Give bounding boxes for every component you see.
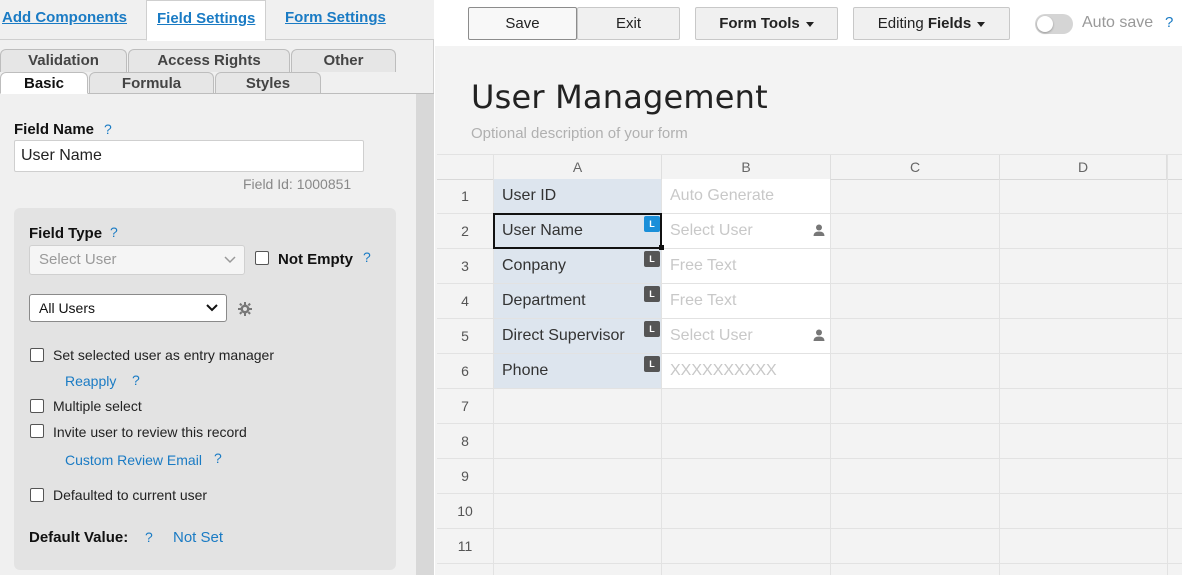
chevron-down-icon — [224, 256, 236, 264]
row-header[interactable]: 2 — [437, 214, 493, 249]
subtab-access-rights[interactable]: Access Rights — [128, 49, 290, 72]
form-description[interactable]: Optional description of your form — [471, 125, 688, 142]
user-icon — [813, 224, 825, 236]
exit-button[interactable]: Exit — [577, 7, 680, 40]
selected-cell-outline — [493, 213, 662, 249]
default-current-user-label: Defaulted to current user — [53, 487, 208, 503]
field-type-label: Field Type — [29, 225, 103, 242]
entry-manager-label: Set selected user as entry manager — [53, 347, 275, 363]
column-header-a[interactable]: A — [494, 155, 662, 180]
add-components-tab[interactable]: Add Components — [2, 0, 127, 40]
default-value-link[interactable]: Not Set — [173, 529, 223, 546]
subtab-basic[interactable]: Basic — [0, 72, 88, 94]
field-input-cell[interactable]: Free Text — [662, 284, 830, 318]
row-header[interactable]: 1 — [437, 179, 493, 214]
row-header[interactable]: 7 — [437, 389, 493, 424]
row-header[interactable]: 6 — [437, 354, 493, 389]
subtab-formula[interactable]: Formula — [89, 72, 214, 94]
field-name-help-icon[interactable]: ? — [104, 121, 112, 137]
auto-save-toggle-knob — [1037, 16, 1053, 32]
selection-resize-handle[interactable] — [659, 245, 664, 250]
field-settings-tab[interactable]: Field Settings — [146, 0, 267, 41]
default-value-help-icon[interactable]: ? — [145, 529, 153, 545]
row-header[interactable]: 9 — [437, 459, 493, 494]
field-label-cell[interactable]: Direct Supervisor — [494, 319, 661, 353]
multiple-select-label: Multiple select — [53, 398, 142, 414]
field-label-cell[interactable]: Department — [494, 284, 661, 318]
field-name-input[interactable]: User Name — [14, 140, 364, 172]
form-settings-tab[interactable]: Form Settings — [285, 0, 386, 40]
field-input-cell[interactable]: XXXXXXXXXX — [662, 354, 830, 388]
field-input-cell[interactable]: Auto Generate — [662, 179, 830, 213]
field-input-cell[interactable]: Select User — [662, 319, 830, 353]
field-label-cell[interactable]: User ID — [494, 179, 661, 213]
form-tools-label: Form Tools — [719, 15, 800, 32]
label-badge-icon[interactable]: L — [644, 356, 660, 372]
label-badge-icon[interactable]: L — [644, 321, 660, 337]
form-title[interactable]: User Management — [471, 78, 768, 116]
invite-review-label: Invite user to review this record — [53, 424, 247, 440]
user-scope-value: All Users — [39, 300, 96, 316]
not-empty-checkbox[interactable] — [255, 251, 269, 265]
toolbar-help-icon[interactable]: ? — [1165, 14, 1173, 31]
gear-icon[interactable] — [237, 301, 253, 317]
settings-top-nav: Add Components Field Settings Form Setti… — [0, 0, 434, 41]
auto-save-label: Auto save — [1082, 14, 1154, 31]
editing-mode-value: Fields — [927, 15, 972, 32]
row-header[interactable]: 10 — [437, 494, 493, 529]
multiple-select-checkbox[interactable] — [30, 399, 44, 413]
row-header[interactable]: 4 — [437, 284, 493, 319]
column-header-b[interactable]: B — [662, 155, 831, 180]
field-label-cell[interactable]: Phone — [494, 354, 661, 388]
column-header-c[interactable]: C — [831, 155, 1000, 180]
row-header[interactable]: 5 — [437, 319, 493, 354]
row-header[interactable]: 8 — [437, 424, 493, 459]
chevron-down-icon — [206, 304, 218, 312]
custom-review-help-icon[interactable]: ? — [214, 450, 222, 466]
field-input-cell[interactable]: Free Text — [662, 249, 830, 283]
field-label-cell[interactable]: Conpany — [494, 249, 661, 283]
custom-review-email-link[interactable]: Custom Review Email — [65, 452, 202, 468]
label-badge-icon[interactable]: L — [644, 286, 660, 302]
column-header-d[interactable]: D — [1000, 155, 1167, 180]
save-button[interactable]: Save — [468, 7, 577, 40]
reapply-link[interactable]: Reapply — [65, 373, 116, 389]
field-name-label: Field Name — [14, 121, 95, 138]
subtab-validation[interactable]: Validation — [0, 49, 127, 72]
editing-prefix: Editing — [877, 15, 928, 32]
invite-review-checkbox[interactable] — [30, 424, 44, 438]
field-id-text: Field Id: 1000851 — [243, 176, 352, 192]
label-badge-icon[interactable]: L — [644, 251, 660, 267]
caret-down-icon — [805, 21, 814, 27]
reapply-help-icon[interactable]: ? — [132, 372, 140, 388]
default-value-label: Default Value: — [29, 529, 129, 546]
field-type-select[interactable]: Select User — [29, 245, 245, 275]
field-input-cell[interactable]: Select User — [662, 214, 830, 248]
editing-mode-button[interactable]: Editing Fields — [853, 7, 1010, 40]
subtab-other[interactable]: Other — [291, 49, 396, 72]
field-type-select-value: Select User — [39, 251, 117, 268]
user-scope-select[interactable]: All Users — [29, 294, 227, 322]
subtab-styles[interactable]: Styles — [215, 72, 321, 94]
not-empty-help-icon[interactable]: ? — [363, 249, 371, 265]
default-current-user-checkbox[interactable] — [30, 488, 44, 502]
entry-manager-checkbox[interactable] — [30, 348, 44, 362]
field-type-help-icon[interactable]: ? — [110, 224, 118, 240]
row-header[interactable]: 3 — [437, 249, 493, 284]
not-empty-label: Not Empty — [278, 251, 353, 268]
row-header[interactable]: 11 — [437, 529, 493, 564]
form-tools-button[interactable]: Form Tools — [695, 7, 838, 40]
user-icon — [813, 329, 825, 341]
caret-down-icon — [977, 21, 986, 27]
settings-scrollbar[interactable] — [416, 94, 434, 575]
